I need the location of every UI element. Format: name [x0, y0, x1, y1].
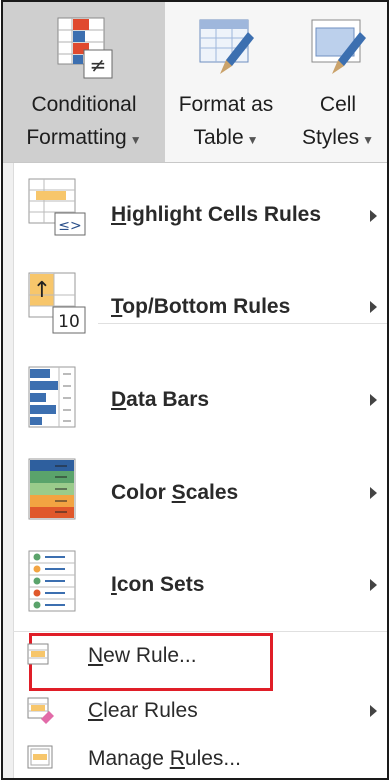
menu-item-highlight-cells-rules[interactable]: ≤> Highlight Cells Rules [13, 167, 387, 265]
menu-separator [13, 631, 387, 632]
conditional-formatting-line2: Formatting ▼ [26, 126, 142, 149]
conditional-formatting-dropdown: ≠ Conditional Formatting ▼ Format as Tabl… [1, 0, 389, 780]
top-bottom-icon: ↑ 10 [28, 272, 86, 334]
color-scales-icon [28, 458, 76, 520]
menu-item-data-bars[interactable]: Data Bars [13, 355, 387, 449]
new-rule-icon [27, 643, 49, 665]
conditional-formatting-icon: ≠ [57, 17, 113, 79]
cell-styles-line2: Styles ▼ [301, 126, 375, 149]
menu-item-icon-sets[interactable]: Icon Sets [13, 541, 387, 631]
menu-item-manage-rules[interactable]: Manage Rules... [13, 735, 387, 778]
submenu-arrow-icon [370, 579, 377, 591]
menu-item-new-rule[interactable]: New Rule... [13, 633, 387, 691]
submenu-arrow-icon [370, 487, 377, 499]
format-as-table-line2: Table ▼ [193, 126, 259, 149]
new-rule-label: New Rule... [88, 644, 197, 667]
cell-styles-line1: Cell [319, 93, 357, 116]
icon-sets-icon [28, 550, 76, 612]
chevron-down-icon: ▼ [246, 133, 259, 147]
icon-sets-label: Icon Sets [111, 573, 205, 596]
highlight-cells-icon: ≤> [28, 178, 86, 236]
clear-rules-label: Clear Rules [88, 699, 198, 722]
ribbon-styles-group: ≠ Conditional Formatting ▼ Format as Tabl… [3, 2, 387, 163]
top-bottom-rules-label: Top/Bottom Rules [111, 295, 291, 318]
menu-separator [98, 323, 387, 324]
chevron-down-icon: ▼ [362, 133, 375, 147]
data-bars-icon [28, 366, 76, 428]
cell-styles-icon [311, 19, 366, 74]
submenu-arrow-icon [370, 301, 377, 313]
conditional-formatting-button[interactable]: ≠ Conditional Formatting ▼ [3, 2, 165, 162]
svg-text:↑: ↑ [33, 278, 51, 303]
conditional-formatting-line1: Conditional [31, 93, 137, 116]
menu-item-top-bottom-rules[interactable]: ↑ 10 Top/Bottom Rules [13, 265, 387, 353]
clear-rules-icon [27, 697, 54, 724]
menu-item-clear-rules[interactable]: Clear Rules [13, 687, 387, 735]
chevron-down-icon: ▼ [129, 133, 142, 147]
submenu-arrow-icon [370, 394, 377, 406]
svg-text:≠: ≠ [90, 53, 107, 77]
submenu-arrow-icon [370, 705, 377, 717]
manage-rules-label: Manage Rules... [88, 747, 241, 770]
conditional-formatting-menu: ≤> Highlight Cells Rules ↑ 10 Top/Bottom… [3, 163, 387, 778]
svg-text:≤>: ≤> [58, 218, 81, 234]
color-scales-label: Color Scales [111, 481, 239, 504]
data-bars-label: Data Bars [111, 388, 210, 411]
svg-text:10: 10 [58, 312, 80, 332]
format-as-table-icon [199, 19, 254, 74]
highlight-cells-rules-label: Highlight Cells Rules [111, 203, 322, 226]
format-as-table-button[interactable]: Format as Table ▼ [167, 2, 285, 162]
cell-styles-button[interactable]: Cell Styles ▼ [287, 2, 387, 162]
format-as-table-line1: Format as [178, 93, 274, 116]
menu-item-color-scales[interactable]: Color Scales [13, 449, 387, 541]
manage-rules-icon [27, 745, 53, 769]
submenu-arrow-icon [370, 210, 377, 222]
